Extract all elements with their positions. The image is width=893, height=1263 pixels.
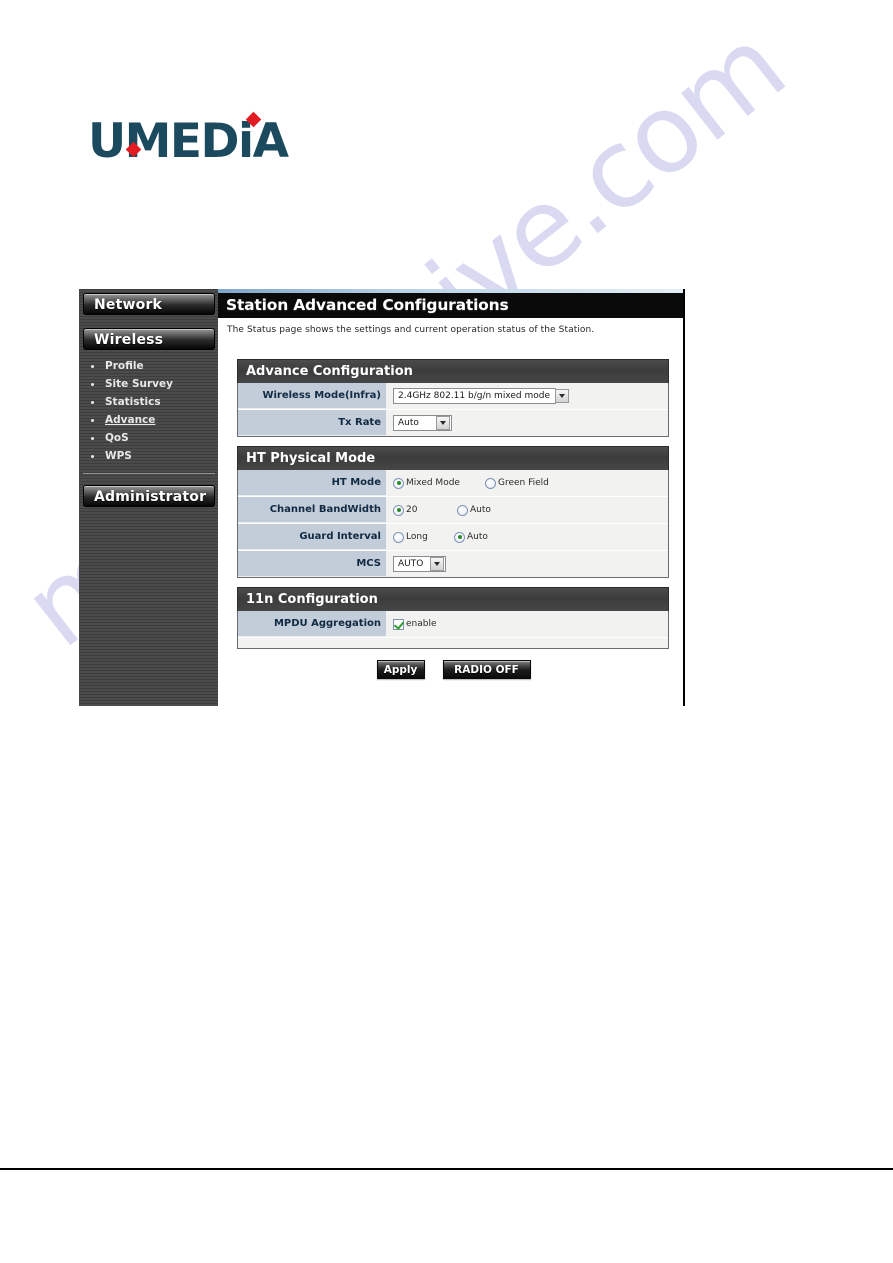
radio-ht-mode-green-field[interactable]: Green Field (485, 477, 549, 489)
sidebar-wireless-menu: Profile Site Survey Statistics Advance Q… (83, 358, 215, 474)
radio-unselected-icon (485, 477, 496, 489)
umedia-logo: UMEDiA (88, 111, 289, 169)
sidebar-item-wps[interactable]: WPS (83, 448, 215, 465)
radio-selected-icon (393, 477, 404, 489)
sidebar-item-qos-label: QoS (105, 432, 129, 444)
mcs-select-value: AUTO (398, 559, 424, 569)
label-mcs: MCS (238, 551, 386, 577)
sidebar-item-site-survey-label: Site Survey (105, 378, 173, 390)
radio-ht-mode-mixed-label: Mixed Mode (406, 478, 460, 488)
row-guard-interval: Guard Interval Long Auto (238, 524, 668, 551)
guard-interval-radio-group: Long Auto (393, 531, 494, 543)
radio-off-button[interactable]: RADIO OFF (442, 660, 531, 679)
value-wireless-mode: 2.4GHz 802.11 b/g/n mixed mode (386, 383, 668, 409)
label-tx-rate: Tx Rate (238, 410, 386, 436)
mpdu-aggregation-checkbox-label: enable (406, 619, 437, 629)
wireless-mode-select[interactable]: 2.4GHz 802.11 b/g/n mixed mode (393, 388, 569, 404)
sidebar-item-profile[interactable]: Profile (83, 358, 215, 375)
form-actions: Apply RADIO OFF (218, 660, 683, 679)
section-ht-physical-mode: HT Physical Mode HT Mode Mixed Mode Gree… (237, 446, 669, 578)
section-11n-heading: 11n Configuration (237, 587, 669, 611)
sidebar-group-network-label: Network (94, 297, 163, 313)
value-ht-mode: Mixed Mode Green Field (386, 470, 668, 496)
tx-rate-select-value: Auto (398, 418, 419, 428)
radio-bandwidth-auto-label: Auto (470, 505, 491, 515)
sidebar-group-network[interactable]: Network (83, 293, 215, 315)
checkbox-checked-icon (393, 618, 404, 630)
row-ht-mode: HT Mode Mixed Mode Green Field (238, 470, 668, 497)
radio-bandwidth-auto[interactable]: Auto (457, 504, 491, 516)
value-mpdu-aggregation: enable (386, 611, 668, 637)
content-panel: Station Advanced Configurations The Stat… (218, 289, 685, 706)
radio-ht-mode-mixed[interactable]: Mixed Mode (393, 477, 479, 489)
label-guard-interval: Guard Interval (238, 524, 386, 550)
radio-unselected-icon (393, 531, 404, 543)
label-ht-mode: HT Mode (238, 470, 386, 496)
logo-wordmark: UMEDiA (88, 114, 289, 169)
sidebar-group-administrator-label: Administrator (94, 489, 207, 505)
radio-guard-long-label: Long (406, 532, 428, 542)
tx-rate-select[interactable]: Auto (393, 415, 452, 431)
sidebar-item-profile-label: Profile (105, 360, 144, 372)
value-channel-bandwidth: 20 Auto (386, 497, 668, 523)
radio-guard-long[interactable]: Long (393, 531, 448, 543)
radio-selected-icon (393, 504, 404, 516)
sidebar-item-statistics[interactable]: Statistics (83, 394, 215, 411)
sidebar-item-advance-label: Advance (105, 414, 156, 426)
radio-guard-auto-label: Auto (467, 532, 488, 542)
row-mpdu-aggregation: MPDU Aggregation enable (238, 611, 668, 638)
page-description: The Status page shows the settings and c… (227, 325, 595, 335)
page-footer-rule (0, 1168, 893, 1170)
value-guard-interval: Long Auto (386, 524, 668, 550)
value-mcs: AUTO (386, 551, 668, 577)
section-advance-configuration: Advance Configuration Wireless Mode(Infr… (237, 359, 669, 437)
row-channel-bandwidth: Channel BandWidth 20 Auto (238, 497, 668, 524)
radio-unselected-icon (457, 504, 468, 516)
label-wireless-mode: Wireless Mode(Infra) (238, 383, 386, 409)
sidebar-item-qos[interactable]: QoS (83, 430, 215, 447)
radio-ht-mode-green-field-label: Green Field (498, 478, 549, 488)
chevron-down-icon (555, 389, 569, 403)
sidebar: Network Wireless Profile Site Survey Sta… (79, 289, 222, 706)
sidebar-item-statistics-label: Statistics (105, 396, 161, 408)
sidebar-item-wps-label: WPS (105, 450, 132, 462)
radio-bandwidth-20-label: 20 (406, 505, 418, 515)
sidebar-item-site-survey[interactable]: Site Survey (83, 376, 215, 393)
label-mpdu-aggregation: MPDU Aggregation (238, 611, 386, 637)
section-ht-heading: HT Physical Mode (237, 446, 669, 470)
mpdu-aggregation-checkbox[interactable]: enable (393, 618, 437, 630)
mcs-select[interactable]: AUTO (393, 556, 446, 572)
chevron-down-icon (430, 557, 444, 571)
section-11n-configuration: 11n Configuration MPDU Aggregation enabl… (237, 587, 669, 649)
apply-button[interactable]: Apply (376, 660, 425, 679)
channel-bandwidth-radio-group: 20 Auto (393, 504, 497, 516)
section-advance-heading: Advance Configuration (237, 359, 669, 383)
radio-bandwidth-20[interactable]: 20 (393, 504, 451, 516)
page-title: Station Advanced Configurations (218, 293, 683, 318)
section-11n-spacer (238, 638, 668, 648)
label-channel-bandwidth: Channel BandWidth (238, 497, 386, 523)
radio-selected-icon (454, 531, 465, 543)
row-mcs: MCS AUTO (238, 551, 668, 577)
sidebar-group-administrator[interactable]: Administrator (83, 485, 215, 507)
row-tx-rate: Tx Rate Auto (238, 410, 668, 436)
sidebar-group-wireless[interactable]: Wireless (83, 328, 215, 350)
row-wireless-mode: Wireless Mode(Infra) 2.4GHz 802.11 b/g/n… (238, 383, 668, 410)
router-web-ui: Network Wireless Profile Site Survey Sta… (79, 289, 685, 706)
sidebar-group-wireless-label: Wireless (94, 332, 164, 348)
sidebar-item-advance[interactable]: Advance (83, 412, 215, 429)
value-tx-rate: Auto (386, 410, 668, 436)
ht-mode-radio-group: Mixed Mode Green Field (393, 477, 555, 489)
radio-guard-auto[interactable]: Auto (454, 531, 488, 543)
wireless-mode-select-value: 2.4GHz 802.11 b/g/n mixed mode (398, 391, 550, 401)
chevron-down-icon (436, 416, 450, 430)
